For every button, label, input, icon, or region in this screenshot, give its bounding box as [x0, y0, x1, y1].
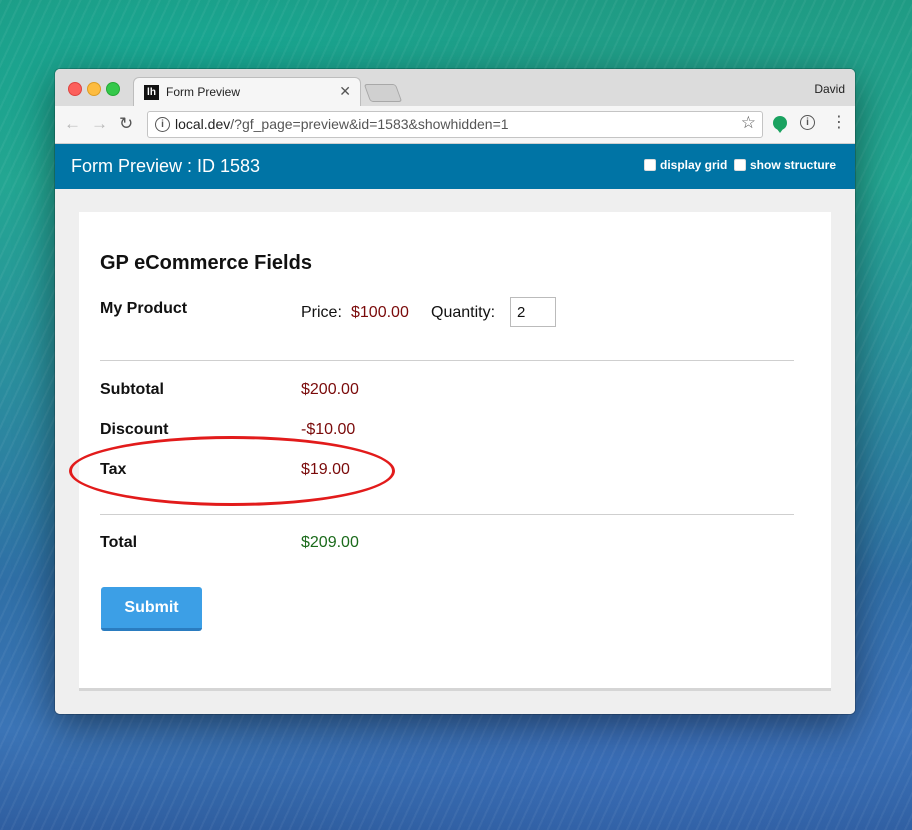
site-info-icon[interactable]: i [155, 117, 170, 132]
quantity-input[interactable] [510, 297, 556, 327]
back-arrow-icon[interactable]: ← [64, 114, 81, 134]
profile-name[interactable]: David [814, 82, 845, 96]
browser-window: lh Form Preview ✕ David ← → ↻ i local.de… [55, 69, 855, 714]
page-content: Form Preview : ID 1583 display grid show… [55, 144, 855, 714]
tab-form-preview[interactable]: lh Form Preview ✕ [133, 77, 361, 107]
bookmark-star-icon[interactable]: ☆ [741, 113, 756, 133]
display-grid-checkbox[interactable]: display grid [644, 158, 727, 172]
window-minimize-button[interactable] [87, 82, 101, 96]
show-structure-label: show structure [750, 158, 837, 172]
url-text[interactable]: local.dev/?gf_page=preview&id=1583&showh… [175, 116, 509, 132]
tab-close-icon[interactable]: ✕ [339, 83, 351, 100]
tax-highlight-annotation [69, 436, 395, 506]
subtotal-value: $200.00 [301, 381, 359, 398]
checkbox-icon[interactable] [734, 159, 746, 171]
subtotal-label: Subtotal [100, 381, 164, 398]
window-maximize-button[interactable] [106, 82, 120, 96]
window-close-button[interactable] [68, 82, 82, 96]
price-value: $100.00 [351, 304, 409, 321]
tab-title: Form Preview [166, 85, 241, 99]
checkbox-icon[interactable] [644, 159, 656, 171]
url-host: local.dev [175, 116, 231, 132]
price-label: Price: [301, 304, 342, 321]
reload-icon[interactable]: ↻ [119, 114, 133, 134]
total-label: Total [100, 534, 138, 551]
tab-bar: lh Form Preview ✕ David [55, 69, 855, 107]
url-path: /?gf_page=preview&id=1583&showhidden=1 [230, 116, 509, 132]
submit-button[interactable]: Submit [101, 587, 202, 631]
new-tab-button[interactable] [363, 84, 403, 102]
divider [100, 514, 794, 515]
preview-header: Form Preview : ID 1583 display grid show… [55, 144, 855, 189]
extension-info-icon[interactable]: i [800, 115, 815, 130]
more-vertical-icon[interactable]: ⋮ [831, 113, 847, 133]
quantity-label: Quantity: [431, 304, 496, 321]
discount-value: -$10.00 [301, 421, 356, 438]
address-bar[interactable]: i local.dev/?gf_page=preview&id=1583&sho… [147, 111, 763, 138]
divider [100, 360, 794, 361]
total-value: $209.00 [301, 534, 359, 551]
product-label: My Product [100, 300, 188, 317]
forward-arrow-icon[interactable]: → [91, 114, 108, 134]
browser-toolbar: ← → ↻ i local.dev/?gf_page=preview&id=15… [55, 106, 855, 144]
discount-label: Discount [100, 421, 169, 438]
display-grid-label: display grid [660, 158, 728, 172]
page-title: Form Preview : ID 1583 [71, 156, 261, 176]
show-structure-checkbox[interactable]: show structure [734, 158, 836, 172]
extension-chat-icon[interactable] [773, 116, 787, 133]
form-title: GP eCommerce Fields [100, 252, 312, 274]
favicon-icon: lh [144, 85, 159, 100]
